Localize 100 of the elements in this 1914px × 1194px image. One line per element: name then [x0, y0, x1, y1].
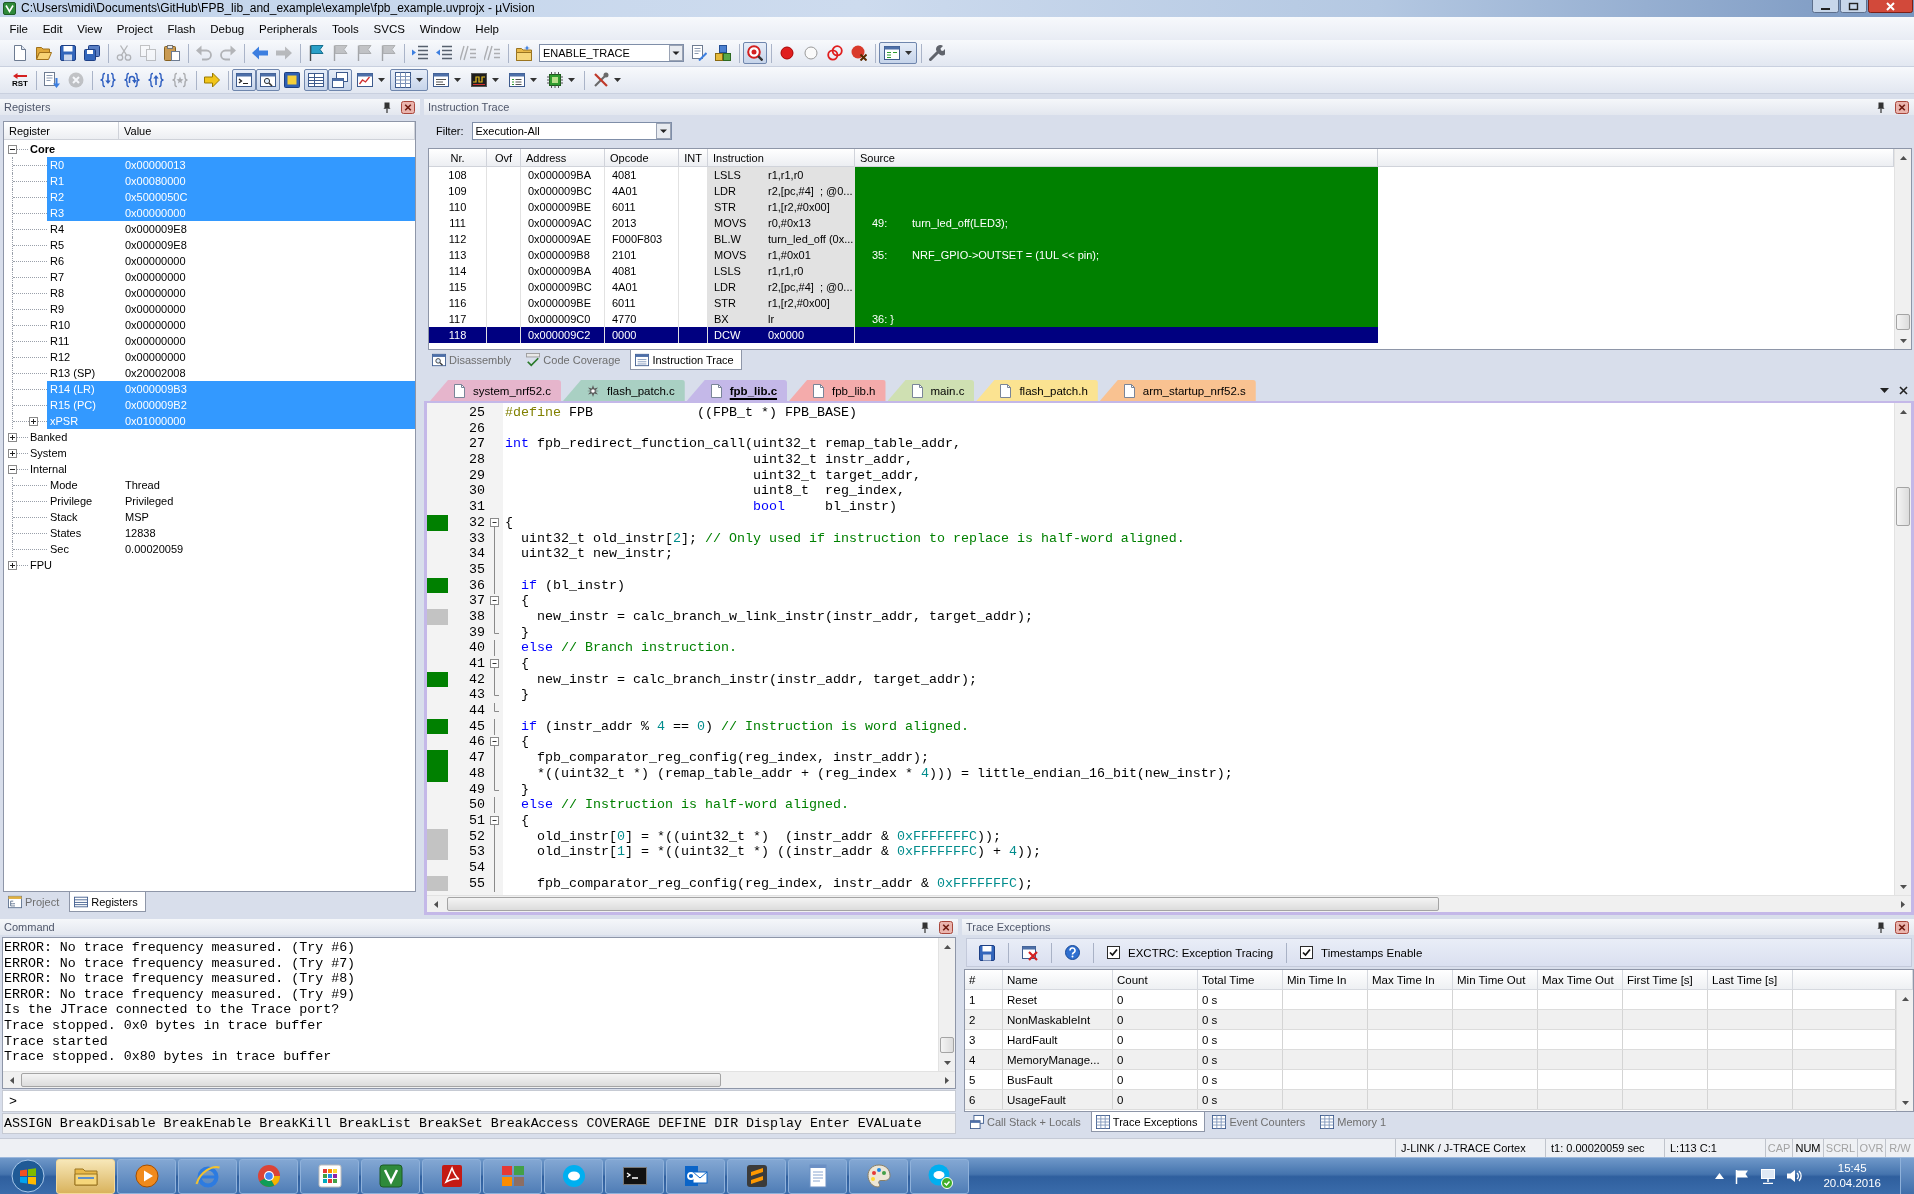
toolbar-button[interactable] [390, 69, 428, 91]
panel-tab[interactable]: Memory 1 [1315, 1112, 1395, 1132]
column-header[interactable]: Nr. [429, 149, 487, 167]
register-row[interactable]: R11 0x00000000 [47, 333, 415, 349]
register-row[interactable]: R5 0x000009E8 [47, 237, 415, 253]
pin-icon[interactable] [383, 101, 391, 113]
vertical-scrollbar[interactable] [1894, 403, 1911, 895]
column-header[interactable]: Instruction [708, 149, 855, 167]
column-header[interactable]: Max Time In [1368, 970, 1453, 990]
scroll-up-icon[interactable] [1901, 996, 1909, 1001]
expand-icon[interactable] [29, 416, 38, 426]
menu-item[interactable]: View [69, 20, 110, 37]
expand-icon[interactable] [8, 448, 17, 458]
scroll-down-icon[interactable] [1899, 338, 1907, 343]
column-header[interactable]: Last Time [s] [1708, 970, 1793, 990]
column-header[interactable]: Min Time In [1283, 970, 1368, 990]
register-row[interactable]: Mode Thread [47, 477, 415, 493]
tree-item[interactable]: Core [28, 141, 58, 157]
checkbox[interactable] [1300, 946, 1314, 959]
close-icon[interactable] [401, 100, 415, 114]
menu-item[interactable]: SVCS [366, 20, 413, 37]
pin-icon[interactable] [1877, 101, 1885, 113]
column-header[interactable]: Min Time Out [1453, 970, 1538, 990]
expand-icon[interactable] [8, 432, 17, 442]
window-cross-icon[interactable] [1022, 944, 1038, 961]
collapse-icon[interactable] [8, 464, 17, 474]
scroll-thumb[interactable] [447, 897, 1439, 911]
scroll-down-icon[interactable] [1901, 1100, 1909, 1105]
vertical-scrollbar[interactable] [1894, 149, 1911, 349]
toolbar-button[interactable]: RST [8, 69, 32, 91]
scroll-down-icon[interactable] [1899, 884, 1907, 889]
column-header[interactable]: Max Time Out [1538, 970, 1623, 990]
panel-tab[interactable]: Trace Exceptions [1090, 1112, 1206, 1132]
column-header[interactable]: Name [1003, 970, 1113, 990]
column-header[interactable]: Value [119, 122, 415, 140]
scroll-left-icon[interactable] [433, 900, 438, 908]
horizontal-scrollbar[interactable] [3, 1071, 955, 1088]
register-row[interactable]: R12 0x00000000 [47, 349, 415, 365]
scroll-up-icon[interactable] [943, 944, 951, 949]
tree-item[interactable]: Banked [28, 429, 70, 445]
menu-item[interactable]: Peripherals [251, 20, 325, 37]
register-row[interactable]: R10 0x00000000 [47, 317, 415, 333]
file-tab[interactable]: flash_patch.h [976, 380, 1098, 401]
panel-tab[interactable]: Project [3, 892, 68, 912]
column-header[interactable]: Total Time [1198, 970, 1283, 990]
taskbar-button[interactable] [544, 1158, 603, 1194]
taskbar-button[interactable] [910, 1158, 969, 1194]
flag-icon[interactable] [1735, 1168, 1750, 1184]
vertical-scrollbar[interactable] [1896, 990, 1913, 1111]
taskbar-button[interactable] [605, 1158, 664, 1194]
horizontal-scrollbar[interactable] [427, 895, 1911, 912]
file-tab[interactable]: fpb_lib.c [686, 380, 788, 401]
column-header[interactable]: Opcode [605, 149, 679, 167]
clock-time[interactable]: 15:45 [1837, 1161, 1867, 1176]
file-tab[interactable]: flash_patch.c [563, 380, 685, 401]
taskbar-button[interactable] [666, 1158, 725, 1194]
close-icon[interactable] [1868, 0, 1913, 13]
menu-item[interactable]: Edit [35, 20, 70, 37]
toolbar-button[interactable] [256, 69, 280, 91]
file-tab[interactable]: arm_startup_nrf52.s [1099, 380, 1256, 401]
file-tab[interactable]: system_nrf52.c [430, 380, 561, 401]
panel-tab[interactable]: Disassembly [427, 350, 520, 370]
register-row[interactable]: R4 0x000009E8 [47, 221, 415, 237]
register-row[interactable]: R7 0x00000000 [47, 269, 415, 285]
column-header[interactable]: # [965, 970, 1003, 990]
scroll-right-icon[interactable] [944, 1076, 949, 1084]
collapse-icon[interactable] [8, 144, 17, 154]
scroll-thumb[interactable] [1896, 487, 1910, 526]
filter-select[interactable]: Execution-All [471, 122, 672, 140]
caret-down-icon[interactable] [1880, 387, 1889, 393]
menu-item[interactable]: Window [412, 20, 468, 37]
scroll-right-icon[interactable] [1900, 900, 1905, 908]
file-tab[interactable]: fpb_lib.h [789, 380, 886, 401]
taskbar-button[interactable] [117, 1158, 176, 1194]
scroll-thumb[interactable] [1896, 314, 1910, 330]
tree-item[interactable]: Internal [28, 461, 69, 477]
column-header[interactable]: Source [855, 149, 1378, 167]
close-icon[interactable] [1895, 920, 1909, 934]
checkbox[interactable] [1107, 946, 1120, 959]
register-row[interactable]: R13 (SP) 0x20002008 [47, 365, 415, 381]
scroll-down-icon[interactable] [943, 1060, 951, 1065]
scroll-left-icon[interactable] [9, 1076, 14, 1084]
trace-row[interactable]: 117 0x000009C0 4770 BX lr 36: } [429, 311, 1378, 327]
taskbar-button[interactable] [727, 1158, 786, 1194]
register-row[interactable]: Privilege Privileged [47, 493, 415, 509]
column-header[interactable]: Register [4, 122, 119, 140]
tree-item[interactable]: System [28, 445, 69, 461]
register-row[interactable]: R8 0x00000000 [47, 285, 415, 301]
toolbar-button[interactable] [879, 42, 917, 64]
column-header[interactable]: First Time [s] [1623, 970, 1708, 990]
scroll-up-icon[interactable] [1899, 409, 1907, 414]
taskbar-button[interactable] [300, 1158, 359, 1194]
scroll-thumb[interactable] [21, 1073, 721, 1087]
minimize-icon[interactable] [1812, 0, 1839, 13]
expand-icon[interactable] [8, 560, 17, 570]
close-icon[interactable] [939, 920, 953, 934]
start-orb-icon[interactable] [11, 1159, 45, 1193]
menu-item[interactable]: Tools [324, 20, 367, 37]
vertical-scrollbar[interactable] [938, 938, 955, 1071]
scroll-up-icon[interactable] [1899, 155, 1907, 160]
